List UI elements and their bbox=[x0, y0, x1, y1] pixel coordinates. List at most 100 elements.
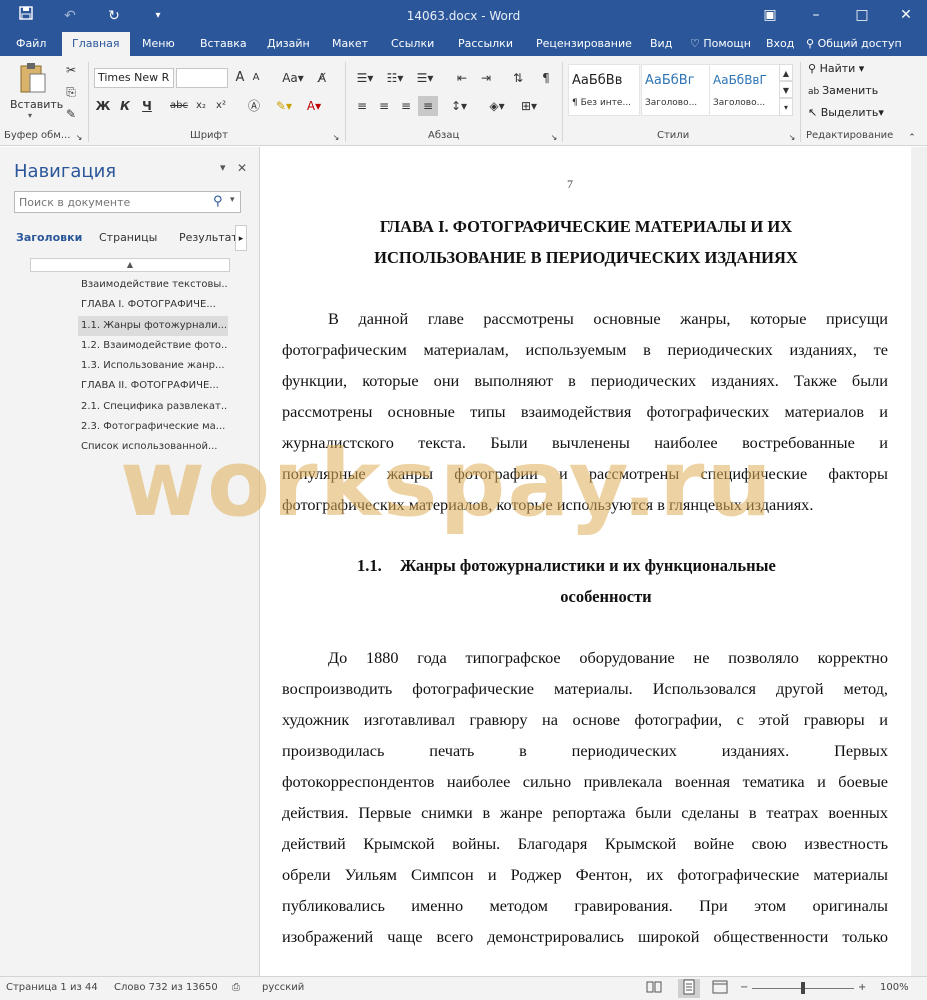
copy-icon[interactable]: ⎘ bbox=[62, 82, 80, 102]
tab-insert[interactable]: Вставка bbox=[200, 32, 247, 56]
styles-scroll-down-icon[interactable]: ▼ bbox=[779, 81, 793, 98]
increase-indent-icon[interactable]: ⇥ bbox=[476, 68, 496, 88]
nav-scroll-up-button[interactable]: ▲ bbox=[30, 258, 230, 272]
tell-me-label: Помощн bbox=[703, 37, 751, 50]
sign-in-link[interactable]: Вход bbox=[766, 32, 794, 56]
chevron-right-icon[interactable]: ▸ bbox=[235, 225, 247, 251]
superscript-button[interactable]: x² bbox=[212, 96, 230, 116]
proofing-icon[interactable]: ⎙ bbox=[232, 982, 240, 993]
style-heading-2[interactable]: АаБбВвГ Заголово... bbox=[709, 64, 781, 116]
tab-pages[interactable]: Страницы bbox=[99, 231, 157, 244]
format-painter-icon[interactable]: ✎ bbox=[62, 104, 80, 124]
dialog-launcher-icon[interactable]: ↘ bbox=[330, 128, 342, 148]
tab-results[interactable]: Результаты bbox=[179, 231, 235, 244]
cut-icon[interactable]: ✂ bbox=[62, 60, 80, 80]
styles-scroll-up-icon[interactable]: ▲ bbox=[779, 64, 793, 81]
nav-heading-item[interactable]: 1.1. Жанры фотожурнали... bbox=[78, 316, 228, 336]
dialog-launcher-icon[interactable]: ↘ bbox=[786, 128, 798, 148]
zoom-out-icon[interactable]: − bbox=[740, 982, 748, 993]
print-layout-icon[interactable] bbox=[678, 979, 700, 998]
tab-design[interactable]: Дизайн bbox=[267, 32, 310, 56]
sort-icon[interactable]: ⇅ bbox=[508, 68, 528, 88]
numbering-icon[interactable]: ☷▾ bbox=[382, 68, 408, 88]
nav-heading-item[interactable]: ГЛАВА I. ФОТОГРАФИЧЕ... bbox=[78, 295, 228, 315]
collapse-ribbon-icon[interactable]: ⌃ bbox=[905, 128, 919, 148]
tell-me-search[interactable]: ♡ Помощн bbox=[690, 32, 751, 56]
bold-button[interactable]: Ж bbox=[94, 96, 112, 116]
nav-options-icon[interactable]: ▾ bbox=[220, 161, 226, 174]
zoom-slider[interactable] bbox=[752, 982, 854, 994]
minimize-icon[interactable]: – bbox=[802, 4, 830, 26]
align-left-icon[interactable]: ≡ bbox=[352, 96, 372, 116]
align-center-icon[interactable]: ≡ bbox=[374, 96, 394, 116]
nav-heading-item[interactable]: 2.1. Специфика развлекат... bbox=[78, 397, 228, 417]
language[interactable]: русский bbox=[262, 982, 304, 993]
share-button[interactable]: ⚲ Общий доступ bbox=[806, 32, 902, 56]
tab-home[interactable]: Главная bbox=[62, 32, 130, 56]
tab-view[interactable]: Вид bbox=[650, 32, 672, 56]
section-title: особенности bbox=[560, 587, 652, 606]
maximize-icon[interactable]: □ bbox=[848, 4, 876, 26]
read-mode-icon[interactable] bbox=[646, 980, 662, 997]
grow-font-button[interactable]: A bbox=[232, 68, 248, 88]
zoom-slider-thumb[interactable] bbox=[801, 982, 805, 994]
change-case-button[interactable]: Aa▾ bbox=[280, 68, 306, 88]
bullets-icon[interactable]: ☰▾ bbox=[352, 68, 378, 88]
nav-search-input[interactable] bbox=[15, 192, 205, 212]
styles-more-icon[interactable]: ▾ bbox=[779, 98, 793, 116]
tab-file[interactable]: Файл bbox=[16, 32, 46, 56]
shading-icon[interactable]: ◈▾ bbox=[484, 96, 510, 116]
page-count[interactable]: Страница 1 из 44 bbox=[6, 982, 98, 993]
align-right-icon[interactable]: ≡ bbox=[396, 96, 416, 116]
decrease-indent-icon[interactable]: ⇤ bbox=[452, 68, 472, 88]
web-layout-icon[interactable] bbox=[712, 980, 728, 997]
word-count[interactable]: Слово 732 из 13650 bbox=[114, 982, 218, 993]
vertical-scrollbar[interactable] bbox=[911, 147, 927, 976]
shrink-font-button[interactable]: A bbox=[248, 68, 264, 88]
nav-heading-item[interactable]: 1.2. Взаимодействие фото... bbox=[78, 336, 228, 356]
style-heading-1[interactable]: АаБбВг Заголово... bbox=[641, 64, 713, 116]
tab-mailings[interactable]: Рассылки bbox=[458, 32, 513, 56]
nav-heading-item[interactable]: Список использованной... bbox=[78, 437, 228, 457]
underline-button[interactable]: Ч bbox=[138, 96, 156, 116]
document-page[interactable]: 7 ГЛАВА I. ФОТОГРАФИЧЕСКИЕ МАТЕРИАЛЫ И И… bbox=[261, 147, 911, 976]
font-name-box[interactable]: Times New R bbox=[94, 68, 174, 88]
dialog-launcher-icon[interactable]: ↘ bbox=[73, 128, 85, 148]
highlight-icon[interactable]: ✎▾ bbox=[272, 96, 296, 116]
nav-close-icon[interactable]: ✕ bbox=[237, 161, 247, 175]
subscript-button[interactable]: x₂ bbox=[192, 96, 210, 116]
ribbon-display-icon[interactable]: ▣ bbox=[756, 4, 784, 26]
text-effects-icon[interactable]: Ⓐ bbox=[242, 96, 266, 116]
nav-heading-item[interactable]: Взаимодействие текстовы... bbox=[78, 275, 228, 295]
tab-headings[interactable]: Заголовки bbox=[16, 231, 82, 244]
font-size-box[interactable] bbox=[176, 68, 228, 88]
replace-button[interactable]: ab Заменить bbox=[808, 84, 878, 97]
dialog-launcher-icon[interactable]: ↘ bbox=[548, 128, 560, 148]
search-icon[interactable]: ⚲ bbox=[213, 194, 223, 209]
find-button[interactable]: ⚲ Найти ▾ bbox=[808, 62, 864, 75]
paragraph-line: фотокорреспондентов наиболее сильно прив… bbox=[282, 772, 888, 791]
nav-heading-item[interactable]: 2.3. Фотографические ма... bbox=[78, 417, 228, 437]
italic-button[interactable]: К bbox=[116, 96, 134, 116]
borders-icon[interactable]: ⊞▾ bbox=[516, 96, 542, 116]
font-color-icon[interactable]: A▾ bbox=[302, 96, 326, 116]
clear-formatting-icon[interactable]: A̸ bbox=[312, 68, 332, 88]
nav-heading-item[interactable]: ГЛАВА II. ФОТОГРАФИЧЕ... bbox=[78, 376, 228, 396]
multilevel-list-icon[interactable]: ☰▾ bbox=[412, 68, 438, 88]
select-button[interactable]: ↖ Выделить▾ bbox=[808, 106, 884, 119]
style-normal[interactable]: АаБбВв ¶ Без инте... bbox=[568, 64, 640, 116]
zoom-in-icon[interactable]: + bbox=[858, 982, 866, 993]
nav-heading-item[interactable]: 1.3. Использование жанр... bbox=[78, 356, 228, 376]
justify-icon[interactable]: ≡ bbox=[418, 96, 438, 116]
line-spacing-icon[interactable]: ↕▾ bbox=[446, 96, 472, 116]
strikethrough-button[interactable]: abc bbox=[166, 96, 192, 116]
tab-menu[interactable]: Меню bbox=[142, 32, 175, 56]
chevron-down-icon[interactable]: ▾ bbox=[230, 195, 235, 205]
tab-references[interactable]: Ссылки bbox=[391, 32, 434, 56]
tab-review[interactable]: Рецензирование bbox=[536, 32, 632, 56]
close-icon[interactable]: ✕ bbox=[892, 4, 920, 26]
paste-button[interactable]: Вставить ▾ bbox=[6, 60, 63, 120]
show-marks-icon[interactable]: ¶ bbox=[536, 68, 556, 88]
zoom-level[interactable]: 100% bbox=[880, 982, 909, 993]
tab-layout[interactable]: Макет bbox=[332, 32, 368, 56]
